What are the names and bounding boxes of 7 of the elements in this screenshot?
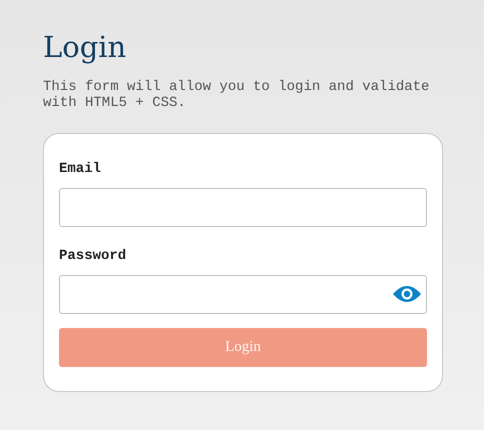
eye-icon[interactable]: [392, 284, 422, 304]
page-title: Login: [43, 30, 128, 65]
email-field[interactable]: [59, 188, 427, 227]
field-label: Password: [59, 246, 126, 266]
form-description: This form will allow you to login and validate with HTML5 + CSS.: [43, 78, 430, 111]
field-label: Email: [59, 160, 102, 179]
password-field[interactable]: [59, 274, 427, 314]
